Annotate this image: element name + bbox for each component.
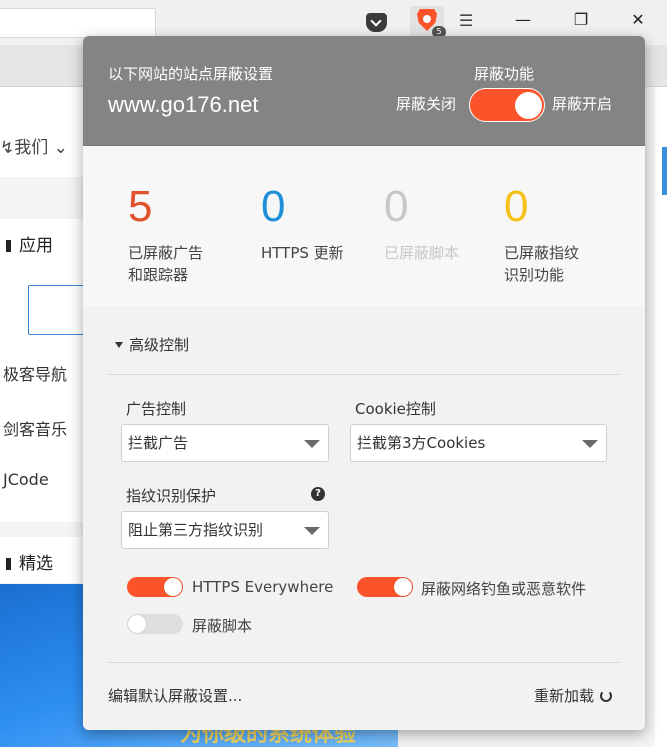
fingerprint-label: 指纹识别保护 [126,487,217,505]
cookie-control-value: 拦截第3方Cookies [357,434,486,452]
shields-popup: 以下网站的站点屏蔽设置 www.go176.net 屏蔽功能 屏蔽关闭 屏蔽开启… [83,36,645,730]
dropdown-arrow-icon [304,527,320,535]
phishing-malware-label: 屏蔽网络钓鱼或恶意软件 [421,580,587,598]
app-link[interactable]: JCode [3,470,49,489]
https-everywhere-label: HTTPS Everywhere [192,578,334,596]
stat-label: 已屏蔽脚本 [384,244,460,262]
toggle-knob [164,578,182,596]
shields-on-label: 屏蔽开启 [552,95,613,113]
stat-label: 已屏蔽指纹 识别功能 [504,244,580,284]
stat-label: HTTPS 更新 [261,244,344,262]
dropdown-arrow-icon [304,440,320,448]
advanced-controls: 高级控制 广告控制 拦截广告 Cookie控制 拦截第3方Cookies 指纹识… [83,306,645,730]
stat-value: 0 [504,182,529,231]
reload-label: 重新加载 [534,687,595,705]
section-apps-title: 应用 [6,231,53,256]
shields-function-label: 屏蔽功能 [474,65,535,83]
phishing-malware-toggle[interactable] [357,577,413,597]
app-link[interactable]: 极客导航 [3,361,67,385]
stat-fingerprinting: 0 已屏蔽指纹 识别功能 [504,184,624,286]
site-hostname: www.go176.net [108,92,259,117]
maximize-icon[interactable]: ❐ [558,6,604,34]
site-settings-label: 以下网站的站点屏蔽设置 [108,65,274,83]
advanced-controls-title: 高级控制 [129,336,190,354]
fingerprint-value: 阻止第三方指纹识别 [128,521,264,539]
shields-master-toggle[interactable] [469,88,545,122]
stat-scripts-blocked: 0 已屏蔽脚本 [384,184,504,264]
app-card[interactable] [28,285,90,335]
toggle-knob [515,92,542,119]
close-window-icon[interactable]: ✕ [615,6,661,34]
section-featured-title: 精选 [6,549,53,574]
stat-ads-trackers: 5 已屏蔽广告 和跟踪器 [128,184,248,286]
advanced-controls-toggle[interactable]: 高级控制 [115,334,189,355]
section-featured: 精选 [0,537,90,583]
block-scripts-label: 屏蔽脚本 [192,617,253,635]
ad-control-value: 拦截广告 [128,434,189,452]
reload-icon [600,690,613,702]
toggle-knob [394,578,412,596]
caret-down-icon [115,342,123,348]
section-apps: 应用 [0,219,90,265]
stat-https-upgrades: 0 HTTPS 更新 [261,184,381,264]
ad-control-select[interactable]: 拦截广告 [121,424,329,462]
https-everywhere-toggle[interactable] [127,577,183,597]
help-icon[interactable]: ? [311,487,325,501]
dropdown-arrow-icon [582,440,598,448]
stat-label: 已屏蔽广告 和跟踪器 [128,244,204,284]
shields-off-label: 屏蔽关闭 [396,95,457,113]
block-scripts-toggle[interactable] [127,614,183,634]
ad-control-label: 广告控制 [126,400,187,418]
divider [108,374,620,375]
stat-value: 5 [128,182,153,231]
app-link[interactable]: 剑客音乐 [3,416,67,440]
address-bar[interactable] [0,8,156,38]
scrollbar-thumb[interactable] [662,147,667,195]
stat-value: 0 [384,182,409,231]
cookie-control-select[interactable]: 拦截第3方Cookies [350,424,607,462]
pocket-icon[interactable] [366,13,387,32]
shields-header: 以下网站的站点屏蔽设置 www.go176.net 屏蔽功能 屏蔽关闭 屏蔽开启 [83,36,645,146]
shields-stats: 5 已屏蔽广告 和跟踪器 0 HTTPS 更新 0 已屏蔽脚本 0 已屏蔽指纹 … [83,146,645,306]
page-nav: ↯我们 ⌄ [0,87,90,177]
fingerprint-select[interactable]: 阻止第三方指纹识别 [121,511,329,549]
reload-button[interactable]: 重新加载 [534,685,613,706]
toggle-knob [128,615,146,633]
divider [108,662,620,663]
nav-about-us[interactable]: ↯我们 ⌄ [0,133,68,158]
brave-shields-button[interactable]: 5 [410,6,446,38]
cookie-control-label: Cookie控制 [355,400,436,418]
browser-menu-icon[interactable]: ☰ [458,10,474,32]
minimize-icon[interactable]: — [500,6,546,34]
edit-default-settings-link[interactable]: 编辑默认屏蔽设置... [108,685,242,706]
stat-value: 0 [261,182,286,231]
